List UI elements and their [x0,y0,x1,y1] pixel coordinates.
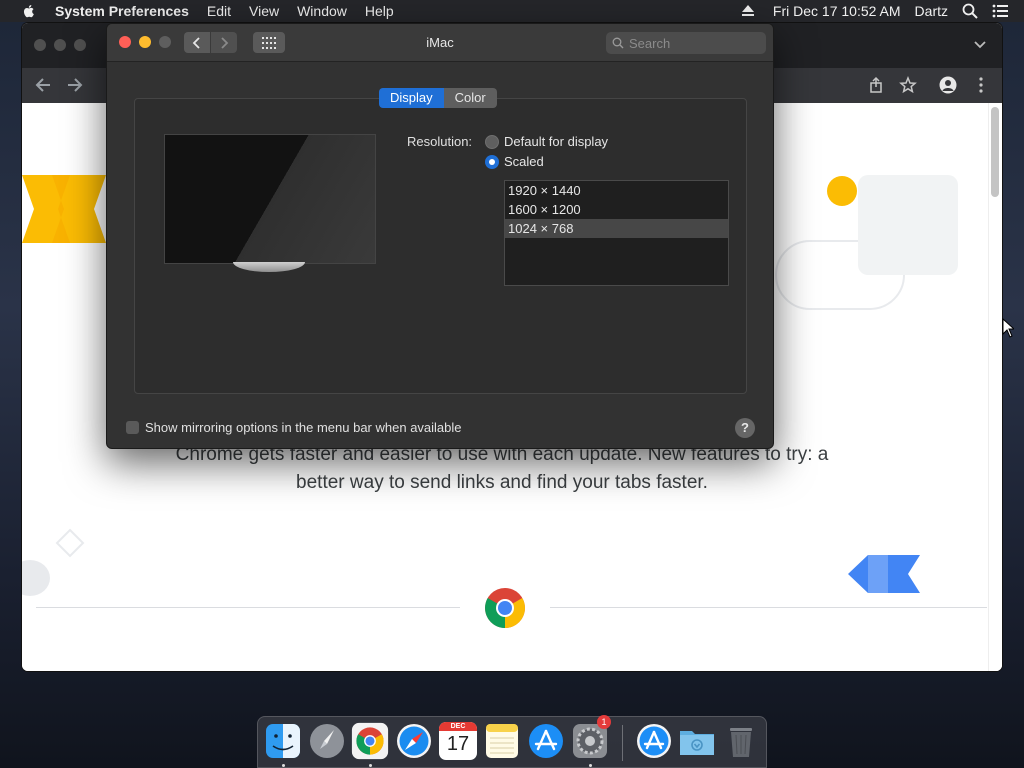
spotlight-search-icon[interactable] [962,3,978,19]
grey-square-shape [858,175,958,275]
menu-window[interactable]: Window [297,3,347,19]
search-input[interactable] [629,35,749,51]
chrome-close-button[interactable] [34,39,46,51]
more-menu-icon[interactable] [972,76,990,94]
chrome-zoom-button[interactable] [74,39,86,51]
profile-avatar-icon[interactable] [939,76,957,94]
radio-scaled-label: Scaled [504,154,544,169]
mirroring-checkbox[interactable] [126,421,139,434]
display-preview-image [164,134,376,264]
notification-badge: 1 [597,715,611,729]
prefs-title-bar: iMac [107,24,773,62]
notes-icon[interactable] [483,722,521,760]
trash-icon[interactable] [722,722,760,760]
menu-bar: System Preferences Edit View Window Help… [0,0,1024,22]
menu-help[interactable]: Help [365,3,394,19]
share-icon[interactable] [867,76,885,94]
search-icon [612,37,624,49]
calendar-day: 17 [446,733,470,755]
resolution-option[interactable]: 1600 × 1200 [505,200,728,219]
radio-default-for-display[interactable]: Default for display [485,134,608,149]
mouse-cursor-icon [1002,318,1014,338]
status-area: Fri Dec 17 10:52 AM Dartz [727,0,1024,22]
resolution-option[interactable]: 1920 × 1440 [505,181,728,200]
chevron-down-icon[interactable] [974,40,986,50]
display-preferences-window: iMac Display Color Resolution: Default f… [106,23,774,449]
promo-text: Chrome gets faster and easier to use wit… [175,444,829,493]
safari-icon[interactable] [395,722,433,760]
radio-scaled[interactable]: Scaled [485,154,544,169]
mirroring-label: Show mirroring options in the menu bar w… [145,420,462,435]
bookmark-star-icon[interactable] [899,76,917,94]
outline-diamond-shape [55,528,85,558]
chrome-minimize-button[interactable] [54,39,66,51]
divider-right [550,607,987,608]
app-store-download-icon[interactable] [635,722,673,760]
mirroring-option[interactable]: Show mirroring options in the menu bar w… [126,420,462,435]
launchpad-icon[interactable] [308,722,346,760]
resolution-label: Resolution: [407,134,473,149]
forward-arrow-icon[interactable] [66,76,84,94]
dock-separator [622,725,623,761]
resolution-option-selected[interactable]: 1024 × 768 [505,219,728,238]
yellow-dot-shape [827,176,857,206]
blue-ribbon-shape [848,555,920,593]
divider-left [36,607,460,608]
tab-color[interactable]: Color [443,88,497,108]
calendar-month: DEC [439,722,477,731]
resolution-list[interactable]: 1920 × 1440 1600 × 1200 1024 × 768 [504,180,729,286]
tab-display[interactable]: Display [379,88,444,108]
menu-clock[interactable]: Fri Dec 17 10:52 AM [773,3,901,19]
back-arrow-icon[interactable] [34,76,52,94]
menu-view[interactable]: View [249,3,279,19]
finder-icon[interactable] [264,722,302,760]
prefs-search-field[interactable] [606,32,766,54]
help-button[interactable]: ? [735,418,755,438]
downloads-folder-icon[interactable] [678,722,716,760]
chrome-logo-icon [485,588,525,628]
eject-icon[interactable] [741,5,755,17]
notification-center-icon[interactable] [992,3,1008,19]
apple-icon[interactable] [21,3,37,19]
radio-default-control[interactable] [485,134,499,149]
menu-edit[interactable]: Edit [207,3,231,19]
app-store-icon[interactable] [527,722,565,760]
display-color-tabs: Display Color [379,88,497,108]
radio-default-label: Default for display [504,134,609,149]
chrome-dock-icon[interactable] [351,722,389,760]
yellow-ribbon-shape [22,175,106,243]
calendar-icon[interactable]: DEC 17 [439,722,477,760]
radio-scaled-control[interactable] [485,154,499,169]
dock: DEC 17 1 [257,715,767,768]
chrome-scrollbar-thumb[interactable] [991,107,999,197]
menu-app-name[interactable]: System Preferences [55,3,189,19]
menu-user[interactable]: Dartz [915,3,948,19]
